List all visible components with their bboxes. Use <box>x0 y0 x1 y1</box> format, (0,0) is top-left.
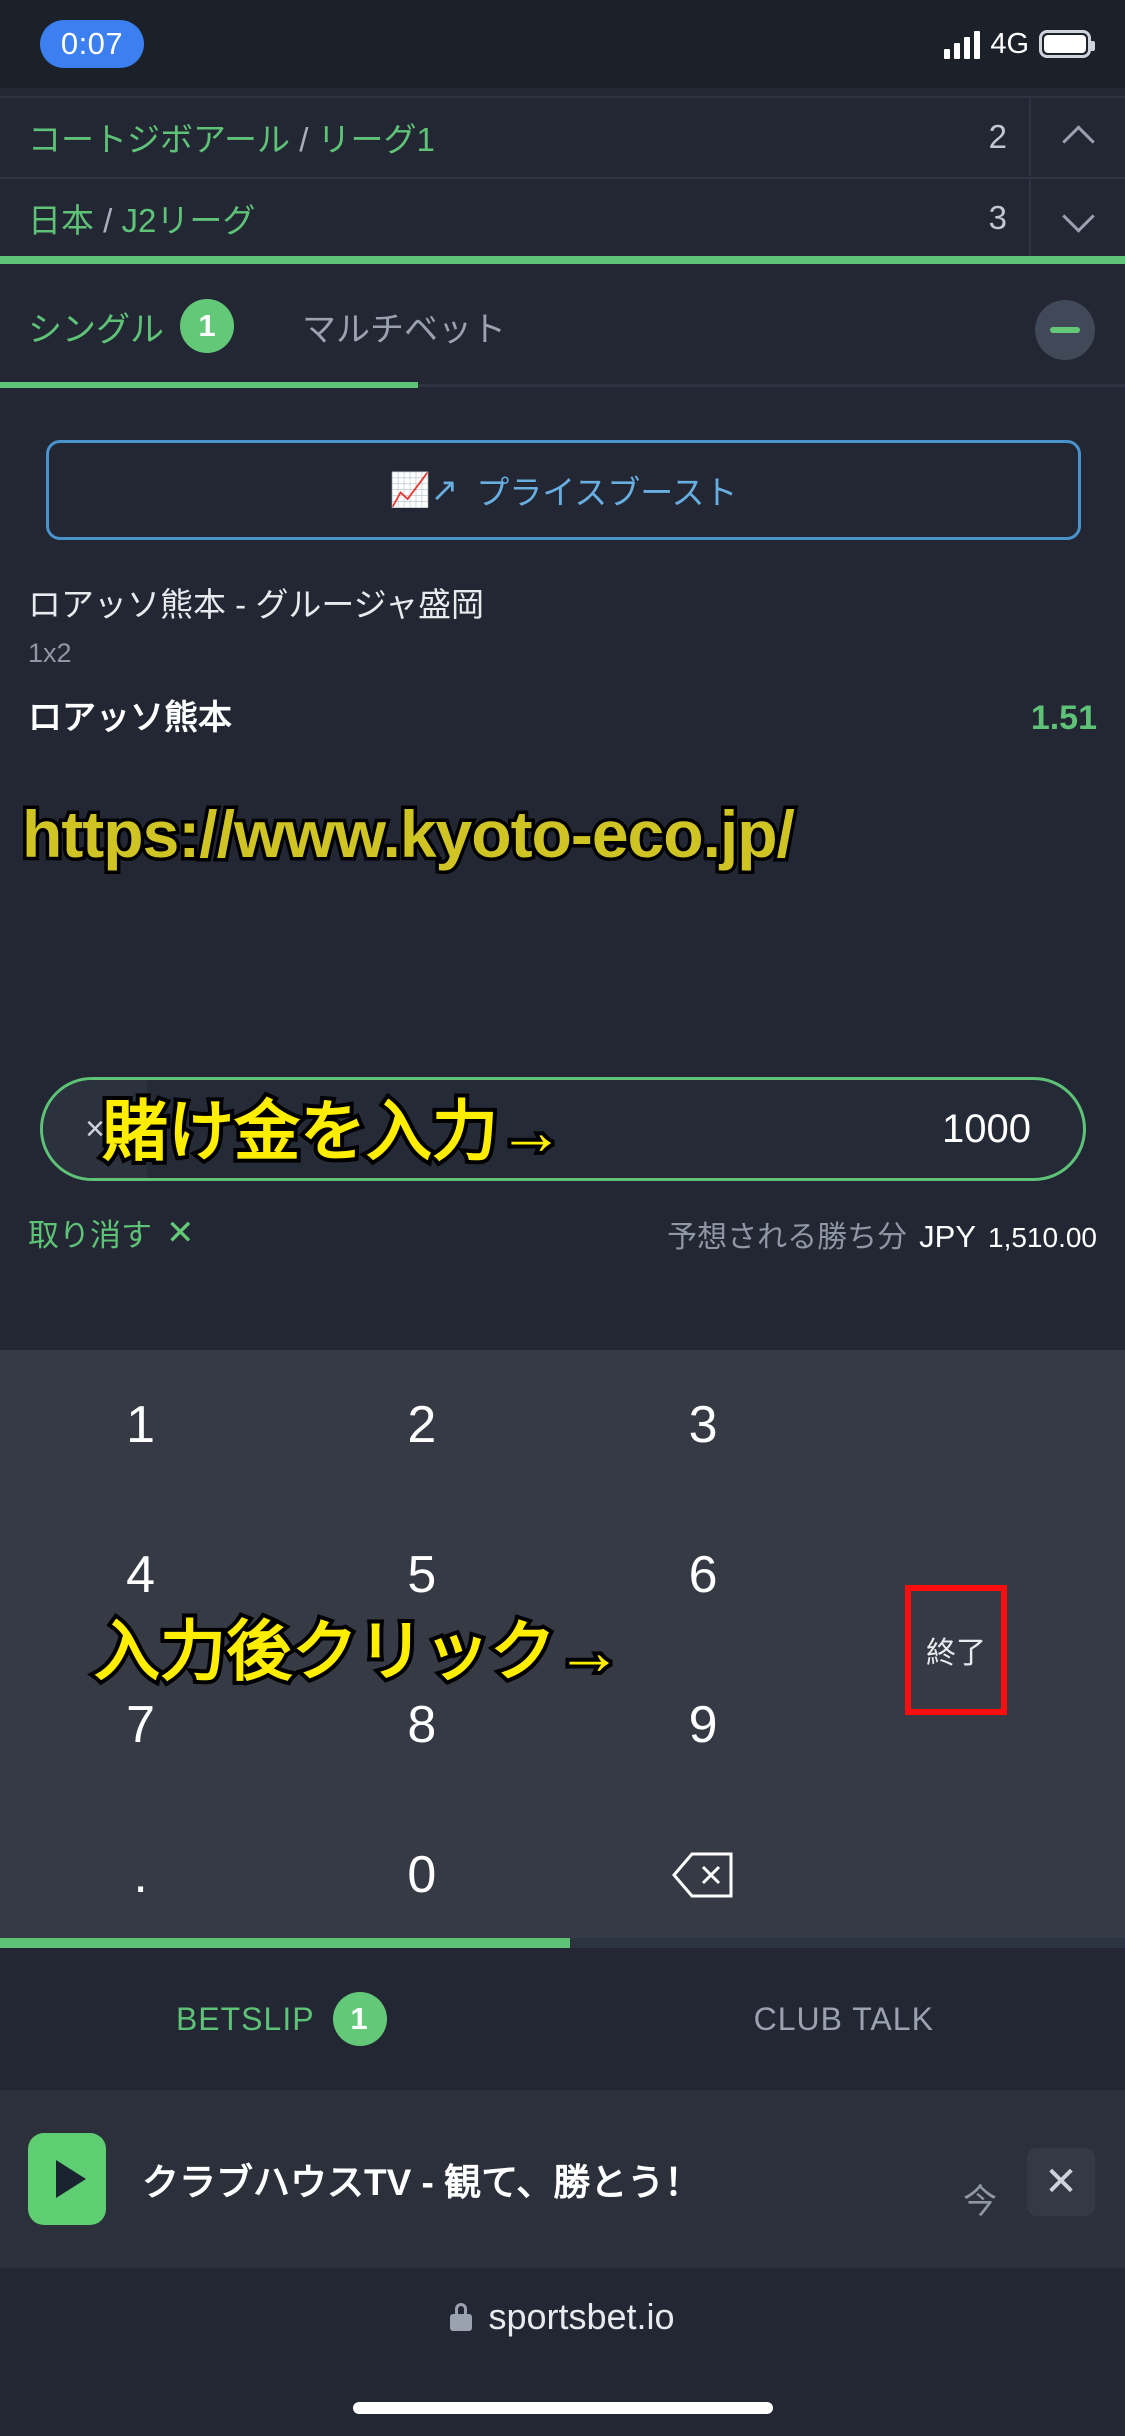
key-0[interactable]: 0 <box>281 1800 562 1950</box>
minus-icon <box>1050 327 1080 333</box>
tab-multibet[interactable]: マルチベット <box>302 264 506 388</box>
event-title: ロアッソ熊本 - グルージャ盛岡 <box>28 586 485 623</box>
keypad-row: 1 2 3 <box>0 1350 1125 1500</box>
league-row[interactable]: 日本 / J2リーグ 3 <box>0 177 1125 257</box>
url-row[interactable]: sportsbet.io <box>0 2296 1125 2338</box>
league-toggle-button[interactable] <box>1029 97 1125 176</box>
nav-item-betslip[interactable]: BETSLIP 1 <box>0 1992 563 2046</box>
keypad-done-button[interactable]: 終了 <box>905 1585 1007 1715</box>
key-2[interactable]: 2 <box>281 1350 562 1500</box>
chevron-up-icon <box>1065 124 1091 150</box>
key-blank-1 <box>844 1350 1125 1500</box>
league-name: 日本 / J2リーグ <box>0 194 939 242</box>
tab-multibet-label: マルチベット <box>302 310 506 349</box>
progress-bar <box>0 1938 1125 1948</box>
network-type-label: 4G <box>990 27 1029 60</box>
selection-odds: 1.51 <box>1030 699 1097 737</box>
ad-now-label: 今 <box>963 2183 997 2221</box>
selection-name: ロアッソ熊本 <box>28 699 232 737</box>
tab-single[interactable]: シングル 1 <box>28 264 234 388</box>
league-toggle-button[interactable] <box>1029 178 1125 257</box>
league-count: 2 <box>988 117 1007 155</box>
league-count: 3 <box>988 198 1007 236</box>
section-divider <box>0 256 1125 264</box>
key-3[interactable]: 3 <box>563 1350 844 1500</box>
league-row[interactable]: コートジボアール / リーグ1 2 <box>0 96 1125 176</box>
cancel-label: 取り消す <box>28 1218 152 1253</box>
price-boost-label: プライスブースト <box>476 474 738 511</box>
close-icon: ✕ <box>166 1213 195 1252</box>
battery-icon <box>1039 30 1095 58</box>
payout-label: 予想される勝ち分 <box>667 1221 908 1254</box>
price-boost-button[interactable]: 📈↗ プライスブースト <box>46 440 1081 540</box>
nav-betslip-label: BETSLIP <box>175 2000 315 2037</box>
keypad-row: . 0 <box>0 1800 1125 1950</box>
betslip-footer: 取り消す ✕ 予想される勝ち分 JPY 1,510.00 <box>0 1192 1125 1288</box>
lock-icon <box>450 2303 473 2331</box>
progress-fill <box>0 1938 570 1948</box>
ad-close-button[interactable]: ✕ <box>1027 2148 1095 2216</box>
backspace-icon <box>672 1852 734 1898</box>
ad-banner[interactable]: クラブハウスTV - 観て、勝とう！ 今 ✕ <box>0 2090 1125 2268</box>
annotation-stake-hint: 賭け金を入力→ <box>98 1090 568 1172</box>
payout-currency: JPY <box>919 1219 976 1254</box>
status-indicators: 4G <box>944 20 1095 68</box>
phone-screen: 0:07 4G コートジボアール / リーグ1 2 日本 / J2リーグ 3 シ… <box>0 0 1125 2436</box>
tab-single-badge: 1 <box>180 299 234 353</box>
annotation-click-hint: 入力後クリック→ <box>90 1610 626 1692</box>
key-decimal[interactable]: . <box>0 1800 281 1950</box>
nav-betslip-badge: 1 <box>332 1992 387 2046</box>
nav-club-talk-label: CLUB TALK <box>753 2000 934 2037</box>
betslip-panel: 📈↗ プライスブースト ロアッソ熊本 - グルージャ盛岡 1x2 ロアッソ熊本 … <box>0 388 1125 862</box>
key-1[interactable]: 1 <box>0 1350 281 1500</box>
potential-payout: 予想される勝ち分 JPY 1,510.00 <box>667 1212 1097 1256</box>
chevron-down-icon <box>1065 205 1091 231</box>
status-bar: 0:07 4G <box>0 0 1125 88</box>
trending-up-icon: 📈↗ <box>389 471 459 508</box>
league-separator: / <box>299 120 309 158</box>
browser-bottom-bar: sportsbet.io <box>0 2268 1125 2436</box>
collapse-button[interactable] <box>1035 300 1095 360</box>
signal-bars-icon <box>944 29 981 59</box>
recording-time-pill: 0:07 <box>40 20 144 68</box>
key-blank-4 <box>844 1800 1125 1950</box>
watermark-url: https://www.kyoto-eco.jp/ <box>19 794 799 875</box>
league-country: 日本 <box>28 201 94 239</box>
play-icon[interactable] <box>28 2133 106 2225</box>
cancel-bet-button[interactable]: 取り消す ✕ <box>28 1210 195 1255</box>
home-indicator <box>352 2402 773 2414</box>
betslip-tabs: シングル 1 マルチベット <box>0 264 1125 388</box>
key-backspace[interactable] <box>563 1800 844 1950</box>
ad-title: クラブハウスTV - 観て、勝とう！ <box>142 2162 702 2203</box>
tab-single-label: シングル <box>28 310 164 349</box>
league-country: コートジボアール <box>28 120 291 158</box>
league-title: J2リーグ <box>121 201 256 239</box>
selection-row: ロアッソ熊本 1.51 <box>28 690 1097 739</box>
league-separator: / <box>103 201 113 239</box>
payout-amount: 1,510.00 <box>988 1222 1097 1253</box>
bottom-navigation: BETSLIP 1 CLUB TALK <box>0 1948 1125 2090</box>
url-text: sportsbet.io <box>488 2296 675 2337</box>
nav-item-club-talk[interactable]: CLUB TALK <box>563 2001 1125 2038</box>
league-title: リーグ1 <box>317 120 435 158</box>
market-name: 1x2 <box>28 638 72 668</box>
league-name: コートジボアール / リーグ1 <box>0 113 939 161</box>
